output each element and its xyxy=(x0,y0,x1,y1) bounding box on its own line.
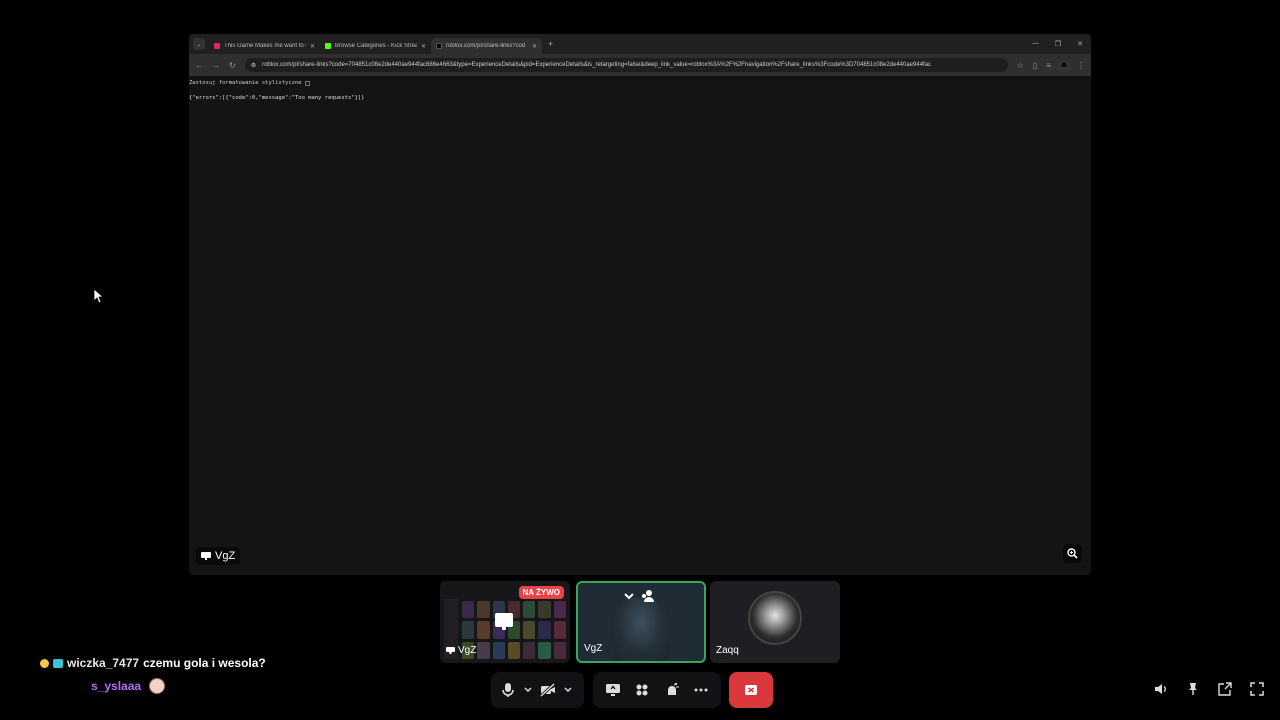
minimize-icon[interactable]: — xyxy=(1032,40,1039,48)
microphone-icon[interactable] xyxy=(499,681,517,699)
media-icon[interactable]: ≡ xyxy=(1046,61,1051,70)
roblox-favicon-icon xyxy=(436,43,442,49)
extensions-icon[interactable]: ▯ xyxy=(1033,61,1037,70)
chat-text: czemu gola i wesola? xyxy=(143,656,266,670)
forward-icon[interactable]: → xyxy=(212,61,220,70)
chat-username: s_yslaaa xyxy=(91,679,142,693)
participant-tile[interactable]: Zaqq xyxy=(710,581,840,663)
browser-tab[interactable]: Browse Categories - Kick Strea ✕ xyxy=(320,38,431,54)
soundboard-icon[interactable] xyxy=(663,681,681,699)
menu-kebab-icon[interactable]: ⋮ xyxy=(1077,61,1085,70)
pretty-print-checkbox[interactable] xyxy=(304,80,310,86)
fullscreen-icon[interactable] xyxy=(1248,680,1266,698)
screen-share-icon xyxy=(446,646,455,654)
new-tab-button[interactable]: + xyxy=(548,39,553,49)
disconnect-button[interactable] xyxy=(729,672,773,708)
bookmark-star-icon[interactable]: ☆ xyxy=(1017,61,1024,70)
reload-icon[interactable]: ↻ xyxy=(229,61,236,70)
chat-message: s_yslaaa xyxy=(91,678,166,694)
chevron-down-icon[interactable] xyxy=(563,685,573,695)
close-window-icon[interactable]: ✕ xyxy=(1077,40,1083,48)
chat-message: wiczka_7477 czemu gola i wesola? xyxy=(40,656,266,670)
address-bar[interactable]: ⚙ roblox.com/pl/share-links?code=704851c… xyxy=(244,58,1008,72)
chevron-down-icon[interactable] xyxy=(523,685,533,695)
browser-tab-active[interactable]: roblox.com/pl/share-links?cod ✕ xyxy=(431,38,542,54)
audio-video-controls xyxy=(491,672,584,708)
zoom-in-icon xyxy=(1067,548,1078,559)
site-info-icon[interactable]: ⚙ xyxy=(251,62,256,69)
screen-share-icon xyxy=(495,613,513,630)
emote-icon xyxy=(149,678,166,694)
close-tab-icon[interactable]: ✕ xyxy=(310,43,315,50)
screen-share-icon xyxy=(201,551,211,560)
more-options-icon[interactable] xyxy=(692,681,710,699)
participant-name: Zaqq xyxy=(716,645,739,656)
avatar xyxy=(613,597,669,661)
share-owner-label: VgZ xyxy=(196,547,241,565)
close-tab-icon[interactable]: ✕ xyxy=(421,43,426,50)
window-controls: — ❐ ✕ xyxy=(1032,40,1091,48)
participant-name: VgZ xyxy=(584,643,603,654)
avatar xyxy=(748,591,802,645)
browser-tab-bar: ⌄ This Game Makes me want to k ✕ Browse … xyxy=(189,34,1091,54)
page-content: Zastosuj formatowanie stylistyczne {"err… xyxy=(189,76,1091,575)
subscriber-badge-icon xyxy=(53,658,63,668)
screen-share-view[interactable]: ⌄ This Game Makes me want to k ✕ Browse … xyxy=(189,34,1091,575)
pin-icon[interactable] xyxy=(1184,680,1202,698)
back-icon[interactable]: ← xyxy=(195,61,203,70)
chat-username: wiczka_7477 xyxy=(67,656,140,670)
close-tab-icon[interactable]: ✕ xyxy=(532,43,537,50)
pretty-print-toggle[interactable]: Zastosuj formatowanie stylistyczne xyxy=(189,80,1091,86)
mouse-cursor-icon xyxy=(93,288,103,304)
badge-icon xyxy=(40,658,49,668)
stream-overlay: ⌄ This Game Makes me want to k ✕ Browse … xyxy=(0,0,1280,720)
browser-tab[interactable]: This Game Makes me want to k ✕ xyxy=(209,38,320,54)
zoom-button[interactable] xyxy=(1063,544,1082,563)
tab-search-icon[interactable]: ⌄ xyxy=(193,38,205,50)
json-response: {"errors":[{"code":0,"message":"Too many… xyxy=(189,95,365,101)
live-badge: NA ŻYWO xyxy=(518,586,564,599)
participant-tile-stream[interactable]: NA ŻYWO VgZ xyxy=(440,581,570,663)
user-plus-icon[interactable] xyxy=(641,589,655,603)
restore-icon[interactable]: ❐ xyxy=(1055,40,1061,48)
url-text: roblox.com/pl/share-links?code=704851c08… xyxy=(262,62,932,68)
chevron-down-icon[interactable] xyxy=(623,590,635,602)
screen-share-icon[interactable] xyxy=(604,681,622,699)
disconnect-icon xyxy=(745,685,757,695)
activity-controls xyxy=(593,672,721,708)
tile-overlay-controls xyxy=(623,589,655,603)
participant-name: VgZ xyxy=(446,645,476,656)
browser-toolbar: ← → ↻ ⚙ roblox.com/pl/share-links?code=7… xyxy=(189,54,1091,76)
activities-icon[interactable] xyxy=(633,681,651,699)
camera-off-icon[interactable] xyxy=(539,681,557,699)
view-tools xyxy=(1152,680,1266,698)
participant-tile-speaking[interactable]: VgZ xyxy=(576,581,706,663)
volume-icon[interactable] xyxy=(1152,680,1170,698)
popout-icon[interactable] xyxy=(1216,680,1234,698)
kick-favicon-icon xyxy=(325,43,331,49)
profile-avatar[interactable] xyxy=(1060,61,1068,69)
youtube-favicon-icon xyxy=(214,43,220,49)
